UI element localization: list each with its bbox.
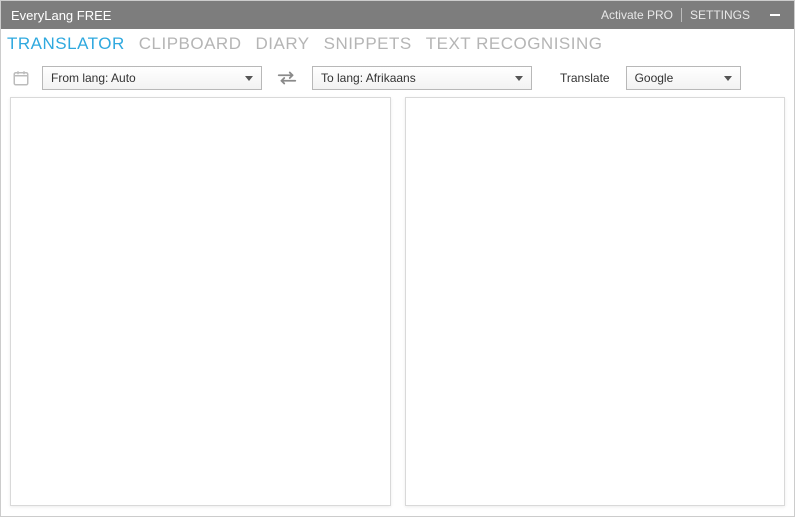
window-title: EveryLang FREE [11, 8, 593, 23]
titlebar: EveryLang FREE Activate PRO SETTINGS [1, 1, 794, 29]
from-language-label: From lang: Auto [51, 71, 136, 85]
titlebar-right: Activate PRO SETTINGS [593, 5, 786, 25]
chevron-down-icon [724, 71, 732, 85]
tab-text-recognising[interactable]: TEXT RECOGNISING [426, 34, 603, 54]
minimize-button[interactable] [764, 5, 786, 25]
swap-icon [276, 70, 298, 86]
chevron-down-icon [515, 71, 523, 85]
history-button[interactable] [10, 67, 32, 89]
translate-engine-select[interactable]: Google [626, 66, 741, 90]
settings-link[interactable]: SETTINGS [682, 8, 758, 22]
activate-pro-link[interactable]: Activate PRO [593, 8, 681, 22]
swap-languages-button[interactable] [272, 66, 302, 90]
tab-bar: TRANSLATOR CLIPBOARD DIARY SNIPPETS TEXT… [1, 29, 794, 59]
from-language-select[interactable]: From lang: Auto [42, 66, 262, 90]
to-language-select[interactable]: To lang: Afrikaans [312, 66, 532, 90]
minimize-icon [770, 14, 780, 16]
tab-diary[interactable]: DIARY [255, 34, 309, 54]
translator-controls: From lang: Auto To lang: Afrikaans Trans… [1, 59, 794, 97]
translation-panes [1, 97, 794, 518]
source-text-input[interactable] [11, 98, 390, 505]
tab-translator[interactable]: TRANSLATOR [7, 34, 125, 54]
translate-engine-value: Google [635, 71, 674, 85]
to-language-label: To lang: Afrikaans [321, 71, 416, 85]
target-pane [405, 97, 786, 506]
source-pane [10, 97, 391, 506]
tab-clipboard[interactable]: CLIPBOARD [139, 34, 242, 54]
chevron-down-icon [245, 71, 253, 85]
tab-snippets[interactable]: SNIPPETS [324, 34, 412, 54]
translate-engine-label: Translate [560, 71, 610, 85]
target-text-output[interactable] [406, 98, 785, 505]
calendar-icon [12, 69, 30, 87]
